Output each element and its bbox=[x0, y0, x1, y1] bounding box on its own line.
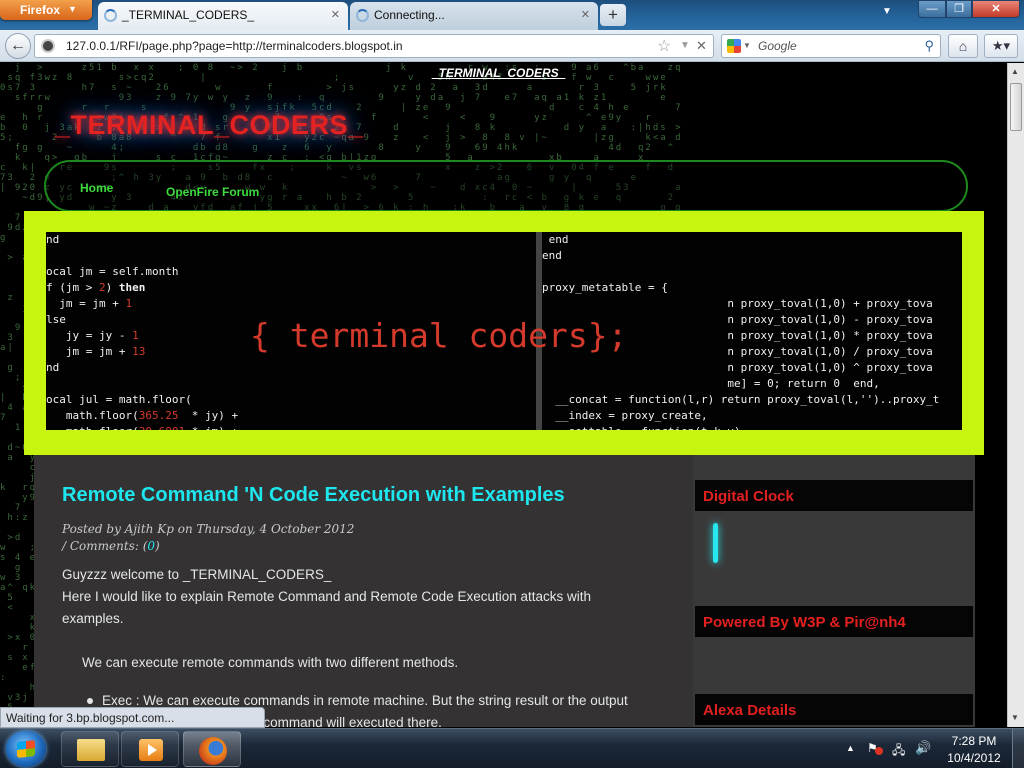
code-line: nd bbox=[46, 233, 60, 246]
url-bar[interactable]: 127.0.0.1/RFI/page.php?page=http://termi… bbox=[34, 34, 714, 58]
home-button[interactable]: ⌂ bbox=[948, 34, 978, 58]
back-button[interactable]: ← bbox=[5, 33, 31, 59]
tab-label: Connecting... bbox=[374, 8, 445, 22]
chevron-down-icon: ▼ bbox=[68, 4, 77, 14]
tab-label: _TERMINAL_CODERS_ bbox=[122, 8, 255, 22]
show-hidden-icons-icon[interactable]: ▲ bbox=[846, 743, 855, 753]
windows-logo-icon bbox=[17, 740, 35, 758]
folder-icon bbox=[77, 739, 105, 761]
show-desktop-button[interactable] bbox=[1012, 729, 1024, 768]
widget-title-digital-clock: Digital Clock bbox=[695, 480, 973, 511]
code-line: ocal jm = self.month bbox=[46, 265, 179, 278]
search-box[interactable]: ▼ Google ⚲ bbox=[721, 34, 941, 58]
desktop: Firefox ▼ _TERMINAL_CODERS_ ✕ Connecting… bbox=[0, 0, 1024, 768]
list-all-tabs-icon[interactable]: ▼ bbox=[882, 6, 892, 17]
browser-tab-bar: Firefox ▼ _TERMINAL_CODERS_ ✕ Connecting… bbox=[0, 0, 1024, 30]
web-page: j > z51 b x x ; 0 8 ~> 2 j b j k r w :s … bbox=[0, 63, 1007, 727]
stop-icon[interactable]: ✕ bbox=[696, 38, 707, 54]
post-paragraph-methods: We can execute remote commands with two … bbox=[82, 655, 459, 670]
code-line: proxy_metatable = { bbox=[542, 281, 668, 294]
close-tab-icon[interactable]: ✕ bbox=[581, 8, 590, 21]
loading-spinner-icon bbox=[356, 9, 369, 22]
navigation-toolbar: ← 127.0.0.1/RFI/page.php?page=http://ter… bbox=[0, 30, 1024, 62]
firefox-icon bbox=[199, 737, 227, 765]
code-line: nd bbox=[46, 361, 60, 374]
taskbar-clock-time[interactable]: 7:28 PM bbox=[944, 734, 1004, 748]
post-byline: Posted by Ajith Kp on Thursday, 4 Octobe… bbox=[62, 522, 355, 536]
history-dropdown-icon[interactable]: ▼ bbox=[680, 40, 690, 51]
post-paragraph-intro: Here I would like to explain Remote Comm… bbox=[62, 589, 592, 626]
code-line: math.floor(30.6001 * jm) + bbox=[46, 424, 536, 430]
bookmarks-button[interactable]: ★▾ bbox=[984, 34, 1018, 58]
code-line: __index = proxy_create, bbox=[542, 409, 708, 422]
widget-title-powered-by: Powered By W3P & Pir@nh4 bbox=[695, 606, 973, 637]
digital-clock-widget bbox=[713, 523, 718, 563]
taskbar-clock-date[interactable]: 10/4/2012 bbox=[944, 751, 1004, 765]
status-bar: Waiting for 3.bp.blogspot.com... bbox=[0, 707, 265, 728]
code-line: __settable = function(t,k,v) bbox=[542, 424, 962, 430]
scroll-thumb[interactable] bbox=[1010, 83, 1022, 131]
media-player-icon bbox=[139, 739, 163, 761]
header-banner-image: nd ocal jm = self.month f (jm > 2) then j… bbox=[46, 232, 962, 430]
firefox-menu-label: Firefox bbox=[20, 3, 61, 17]
taskbar-media-player-button[interactable] bbox=[121, 731, 179, 767]
search-icon[interactable]: ⚲ bbox=[924, 38, 934, 54]
comment-count-link[interactable]: 0 bbox=[147, 539, 155, 553]
volume-icon[interactable]: 🔊 bbox=[915, 740, 931, 756]
taskbar-firefox-button[interactable] bbox=[183, 731, 241, 767]
comments-suffix: ) bbox=[155, 539, 160, 553]
start-button[interactable] bbox=[6, 731, 46, 767]
code-line: me] = 0; return 0 end, bbox=[542, 377, 880, 390]
code-line: end bbox=[542, 249, 562, 262]
action-center-flag-icon[interactable]: ⚑ bbox=[867, 741, 883, 755]
code-line: f (jm > 2) then bbox=[46, 281, 146, 294]
post-title-link[interactable]: Remote Command 'N Code Execution with Ex… bbox=[62, 484, 565, 507]
search-placeholder: Google bbox=[758, 39, 797, 53]
code-line: n proxy_toval(1,0) + proxy_tova bbox=[542, 297, 933, 310]
bullet-dot bbox=[87, 698, 93, 704]
close-window-button[interactable]: ✕ bbox=[972, 0, 1020, 18]
code-line: jm = jm + 1 bbox=[46, 297, 133, 310]
banner-slogan: { terminal coders}; bbox=[250, 316, 628, 355]
firefox-menu-button[interactable]: Firefox ▼ bbox=[0, 0, 92, 20]
scroll-down-icon[interactable]: ▼ bbox=[1011, 713, 1019, 722]
code-line: ocal jul = math.floor( bbox=[46, 393, 192, 406]
comments-prefix: / Comments: ( bbox=[62, 539, 148, 553]
new-tab-button[interactable]: + bbox=[600, 4, 626, 26]
blog-logo[interactable]: _TERMINAL_CODERS_ bbox=[55, 110, 364, 141]
post-meta: Posted by Ajith Kp on Thursday, 4 Octobe… bbox=[62, 521, 354, 555]
windows-taskbar: ▲ ⚑ 🖧 🔊 7:28 PM 10/4/2012 bbox=[0, 728, 1024, 768]
bookmark-star-icon[interactable]: ☆ bbox=[657, 36, 671, 56]
code-line: end bbox=[542, 233, 569, 246]
close-tab-icon[interactable]: ✕ bbox=[331, 8, 340, 21]
tab-terminal-coders[interactable]: _TERMINAL_CODERS_ ✕ bbox=[98, 2, 348, 30]
code-line: n proxy_toval(1,0) ^ proxy_tova bbox=[542, 361, 933, 374]
code-line: __concat = function(l,r) return proxy_to… bbox=[542, 393, 940, 406]
page-scrollbar[interactable]: ▲ ▼ bbox=[1007, 63, 1024, 727]
widget-title-alexa: Alexa Details bbox=[695, 694, 973, 725]
restore-window-button[interactable]: ❐ bbox=[946, 0, 972, 18]
tab-connecting[interactable]: Connecting... ✕ bbox=[350, 2, 598, 30]
code-line: math.floor(365.25 * jy) + bbox=[46, 409, 239, 422]
taskbar-explorer-button[interactable] bbox=[61, 731, 119, 767]
site-identity-icon[interactable] bbox=[41, 39, 55, 53]
blog-header-title[interactable]: _TERMINAL_CODERS_ bbox=[432, 66, 565, 80]
google-engine-icon[interactable] bbox=[727, 39, 741, 53]
nav-link-home[interactable]: Home bbox=[80, 181, 113, 195]
nav-link-openfire-forum[interactable]: OpenFire Forum bbox=[166, 185, 259, 199]
post-paragraph-welcome: Guyzzz welcome to _TERMINAL_CODERS_ bbox=[62, 567, 332, 582]
url-text[interactable]: 127.0.0.1/RFI/page.php?page=http://termi… bbox=[66, 39, 403, 53]
scroll-up-icon[interactable]: ▲ bbox=[1011, 67, 1019, 76]
minimize-window-button[interactable]: — bbox=[918, 0, 946, 18]
engine-dropdown-icon[interactable]: ▼ bbox=[743, 41, 751, 50]
post-comments-line: / Comments: (0) bbox=[62, 538, 354, 555]
loading-spinner-icon bbox=[104, 9, 117, 22]
network-icon[interactable]: 🖧 bbox=[892, 741, 905, 762]
